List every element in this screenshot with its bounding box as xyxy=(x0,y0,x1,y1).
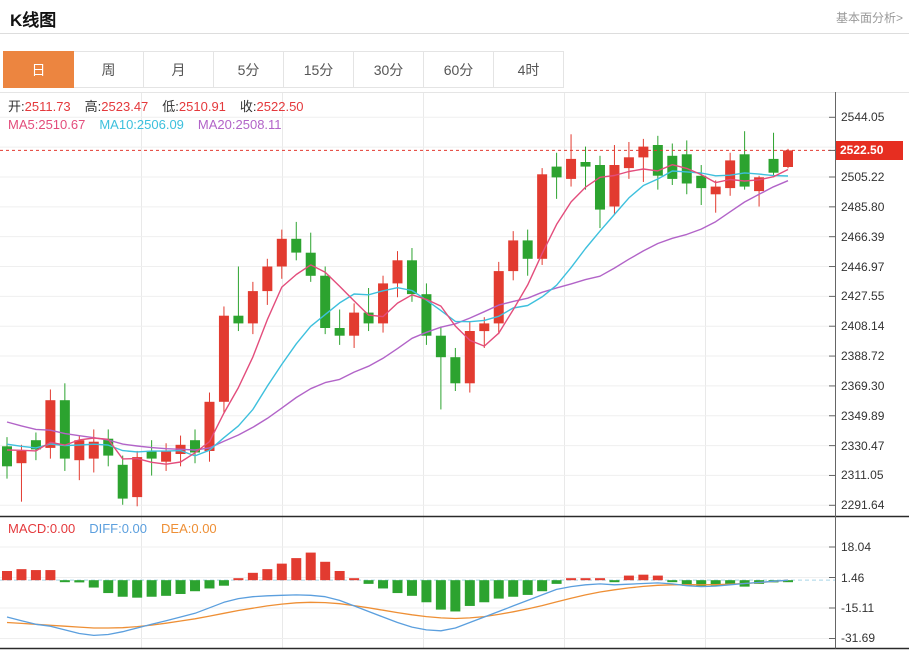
axis-tick-label: 2291.64 xyxy=(841,498,905,512)
tab-月[interactable]: 月 xyxy=(143,51,214,88)
axis-tick-label: 2349.89 xyxy=(841,409,905,423)
axis-tick-label: 2311.05 xyxy=(841,468,905,482)
tab-15分[interactable]: 15分 xyxy=(283,51,354,88)
axis-tick-label: 2388.72 xyxy=(841,349,905,363)
tab-4时[interactable]: 4时 xyxy=(493,51,564,88)
legend-item: MACD:0.00 xyxy=(8,521,75,536)
axis-tick-label: 2408.14 xyxy=(841,319,905,333)
legend-item: MA5:2510.67 xyxy=(8,117,85,132)
axis-tick-label: 2466.39 xyxy=(841,230,905,244)
ohlc-legend: 开:2511.73 高:2523.47 低:2510.91 收:2522.50 xyxy=(8,96,318,115)
axis-tick-label: 2505.22 xyxy=(841,170,905,184)
legend-item: 低:2510.91 xyxy=(162,99,226,114)
legend-item: DIFF:0.00 xyxy=(89,521,147,536)
kline-widget: K线图 基本面分析> 日周月5分15分30分60分4时 开:2511.73 高:2… xyxy=(0,0,909,652)
tab-30分[interactable]: 30分 xyxy=(353,51,424,88)
axis-tick-label: 2446.97 xyxy=(841,260,905,274)
fundamental-analysis-link[interactable]: 基本面分析> xyxy=(836,9,903,26)
widget-header: K线图 基本面分析> xyxy=(0,0,909,34)
legend-item: 开:2511.73 xyxy=(8,99,71,114)
axis-tick-label: 2544.05 xyxy=(841,110,905,124)
macd-legend: MACD:0.00 DIFF:0.00 DEA:0.00 xyxy=(8,521,231,536)
legend-item: DEA:0.00 xyxy=(161,521,217,536)
legend-item: MA10:2506.09 xyxy=(99,117,184,132)
axis-tick-label: -31.69 xyxy=(841,631,905,645)
axis-tick-label: 2485.80 xyxy=(841,200,905,214)
legend-item: 收:2522.50 xyxy=(240,99,304,114)
axis-tick-label: 1.46 xyxy=(841,571,905,585)
axis-tick-label: -15.11 xyxy=(841,601,905,615)
legend-item: 高:2523.47 xyxy=(85,99,149,114)
tab-日[interactable]: 日 xyxy=(3,51,74,88)
period-tab-bar: 日周月5分15分30分60分4时 xyxy=(4,51,564,88)
current-price-badge: 2522.50 xyxy=(836,141,903,160)
tab-60分[interactable]: 60分 xyxy=(423,51,494,88)
tab-5分[interactable]: 5分 xyxy=(213,51,284,88)
axis-tick-label: 2369.30 xyxy=(841,379,905,393)
axis-tick-label: 2427.55 xyxy=(841,289,905,303)
legend-item: MA20:2508.11 xyxy=(198,117,282,132)
page-title: K线图 xyxy=(10,6,56,31)
axis-tick-label: 18.04 xyxy=(841,540,905,554)
axis-tick-label: 2330.47 xyxy=(841,439,905,453)
ma-legend: MA5:2510.67 MA10:2506.09 MA20:2508.11 xyxy=(8,117,296,132)
tab-周[interactable]: 周 xyxy=(73,51,144,88)
